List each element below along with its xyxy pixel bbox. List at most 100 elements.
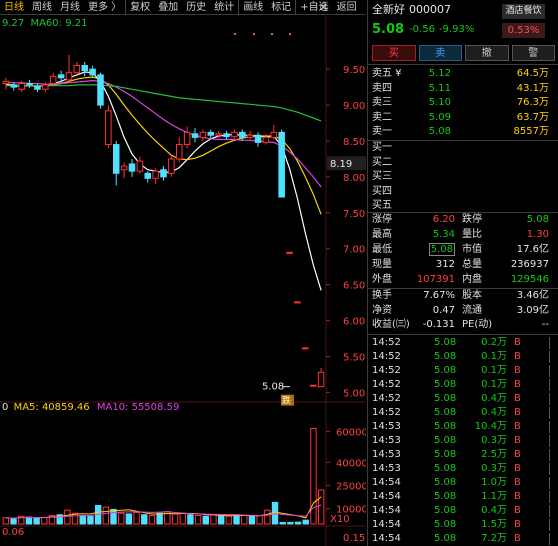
close-icon[interactable]: ✕ (317, 0, 330, 15)
alert-button[interactable]: 警 (511, 45, 555, 61)
volume-bar (79, 515, 86, 525)
tick-price: 5.08 (434, 463, 457, 474)
tick-bar (549, 421, 550, 433)
candle (302, 347, 309, 350)
volume-bar (10, 518, 17, 525)
bid-row[interactable]: 买一 (368, 141, 558, 155)
candle (49, 72, 57, 85)
tick-row[interactable]: 14:53 5.08 0.3万 B (368, 462, 558, 476)
toolbar-item-4[interactable]: 复权 (125, 0, 154, 15)
tick-time: 14:53 (372, 449, 401, 460)
volume-bar (241, 515, 248, 525)
volume-bar (233, 514, 240, 525)
volume-bar (125, 513, 133, 525)
toolbar-item-6[interactable]: 历史 (182, 0, 210, 15)
ma-line-3 (5, 84, 322, 122)
tick-volume: 0.4万 (481, 393, 507, 404)
tick-price: 5.08 (434, 337, 457, 348)
stat-label: 最高 (372, 229, 392, 240)
tick-row[interactable]: 14:52 5.08 0.2万 B (368, 336, 558, 350)
tick-time: 14:53 (372, 435, 401, 446)
tick-price: 5.08 (434, 533, 457, 544)
tick-side: B (514, 505, 521, 516)
divider (368, 334, 558, 335)
toolbar-item-11[interactable]: 返回 (333, 0, 361, 15)
price-tick-label: 5.50 (343, 352, 365, 363)
stat-value: 5.08 (526, 214, 549, 225)
tick-side: B (514, 393, 521, 404)
tick-row[interactable]: 14:54 5.08 7.2万 B (368, 532, 558, 546)
bid-label: 买五 (372, 200, 392, 211)
tick-row[interactable]: 14:54 5.08 1.1万 B (368, 490, 558, 504)
tick-row[interactable]: 14:54 5.08 1.5万 B (368, 518, 558, 532)
candle (175, 137, 183, 163)
toolbar-item-2[interactable]: 月线 (56, 0, 84, 15)
toolbar-item-9[interactable]: 标记 (267, 0, 295, 15)
volume-bar (264, 509, 271, 525)
bid-row[interactable]: 买三 (368, 170, 558, 184)
tick-row[interactable]: 14:54 5.08 1.0万 B (368, 476, 558, 490)
ask-price: 5.09 (428, 111, 451, 123)
tick-side: B (514, 407, 521, 418)
tick-row[interactable]: 14:53 5.08 0.3万 B (368, 434, 558, 448)
ask-volume: 64.5万 (516, 68, 549, 79)
volume-bar (187, 514, 194, 525)
volume-tick-label: 60000 (336, 428, 366, 439)
candle (81, 61, 88, 77)
tick-time: 14:53 (372, 421, 401, 432)
toolbar-item-8[interactable]: 画线 (238, 0, 267, 15)
tick-row[interactable]: 14:52 5.08 0.4万 B (368, 406, 558, 420)
ask-label: 卖一 (372, 126, 392, 137)
volume-bar (25, 516, 33, 525)
volume-bar (202, 515, 209, 525)
tick-row[interactable]: 14:52 5.08 0.4万 B (368, 392, 558, 406)
tick-bar (549, 351, 550, 363)
tick-row[interactable]: 14:52 5.08 0.1万 B (368, 378, 558, 392)
bottom-right-value: 0.15 (343, 533, 365, 544)
tick-side: B (514, 463, 521, 474)
ask-row[interactable]: 卖三 5.10 76.3万 (368, 96, 558, 110)
ask-row[interactable]: 卖四 5.11 43.1万 (368, 82, 558, 96)
stat-value: 17.6亿 (516, 244, 549, 255)
ask-row[interactable]: 卖二 5.09 63.7万 (368, 111, 558, 125)
price-tick-label: 7.00 (343, 245, 365, 256)
event-marker (289, 33, 291, 35)
tick-row[interactable]: 14:53 5.08 10.4万 B (368, 420, 558, 434)
candle (65, 54, 73, 84)
candle (120, 162, 128, 179)
bid-row[interactable]: 买四 (368, 185, 558, 199)
tick-volume: 0.4万 (481, 407, 507, 418)
tick-row[interactable]: 14:53 5.08 2.5万 B (368, 448, 558, 462)
candle (97, 72, 104, 109)
candle (294, 301, 301, 304)
sell-button[interactable]: 卖 (418, 45, 462, 61)
tick-time: 14:54 (372, 505, 401, 516)
tick-row[interactable]: 14:52 5.08 0.1万 B (368, 364, 558, 378)
tick-time: 14:52 (372, 351, 401, 362)
kline-chart-area[interactable]: 9.50 9.00 8.50 8.00 7.50 7.00 6.50 6.00 5.50 5.00… (0, 16, 366, 546)
sector-tag[interactable]: 酒店餐饮 (502, 4, 545, 19)
buy-button[interactable]: 买 (372, 45, 416, 61)
tick-row[interactable]: 14:54 5.08 0.4万 B (368, 504, 558, 518)
volume-bar (148, 515, 156, 525)
ask-row[interactable]: 卖一 5.08 8557万 (368, 125, 558, 139)
kline-chart[interactable]: 9.50 9.00 8.50 8.00 7.50 7.00 6.50 6.00 5.50 5.00… (0, 16, 366, 546)
tick-row[interactable]: 14:52 5.08 0.1万 B (368, 350, 558, 364)
candle (168, 155, 175, 177)
bid-label: 买四 (372, 185, 392, 197)
bid-row[interactable]: 买二 (368, 156, 558, 170)
tick-bar (549, 491, 550, 503)
toolbar-item-7[interactable]: 统计 (210, 0, 238, 15)
toolbar-item-1[interactable]: 周线 (28, 0, 56, 15)
tick-bar (549, 477, 550, 489)
cancel-button[interactable]: 撤 (465, 45, 509, 61)
ask-row[interactable]: 卖五 ¥ 5.12 64.5万 (368, 67, 558, 81)
tick-bar (549, 365, 550, 377)
toolbar-item-5[interactable]: 叠加 (154, 0, 182, 15)
vol-ma10-value: MA10: 55508.59 (96, 402, 180, 413)
bid-row[interactable]: 买五 (368, 199, 558, 213)
stat-value: 7.67% (423, 290, 455, 301)
stock-name: 全新好 (372, 3, 405, 16)
toolbar-item-0[interactable]: 日线 (0, 0, 28, 15)
toolbar-item-3[interactable]: 更多 〉 (84, 0, 125, 15)
